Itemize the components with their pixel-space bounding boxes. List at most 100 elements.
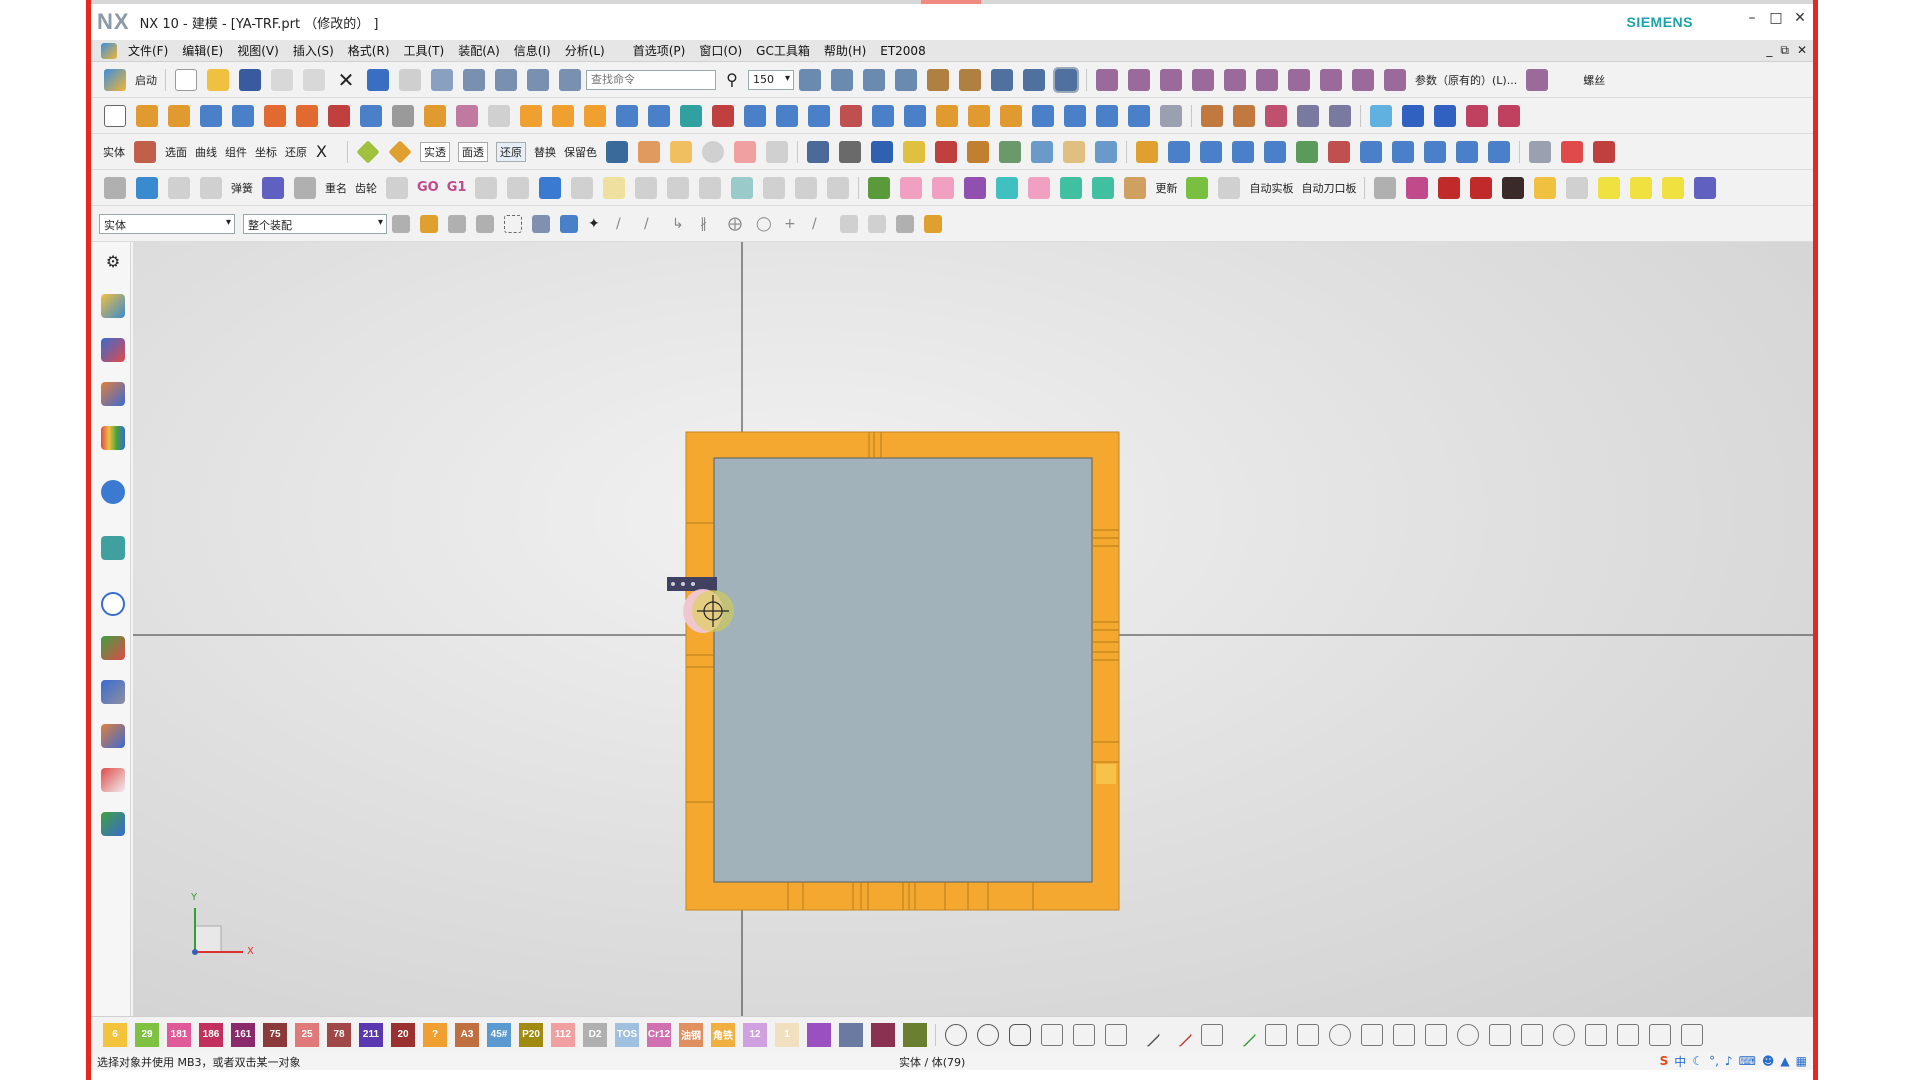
shaded-edges-icon[interactable] <box>935 140 957 163</box>
quick-box[interactable]: 181 <box>167 1022 191 1047</box>
section-icon[interactable] <box>999 140 1021 163</box>
pocket-tool-icon[interactable] <box>1662 176 1685 199</box>
curve-filter-label[interactable]: 曲线 <box>195 144 217 160</box>
component-pick-icon[interactable] <box>924 214 942 233</box>
quick-box[interactable]: P20 <box>519 1022 543 1047</box>
solid-body-icon[interactable] <box>532 214 550 233</box>
extend-tool-icon[interactable] <box>1297 1023 1319 1046</box>
backup-file-icon[interactable] <box>475 176 498 199</box>
red-line-icon[interactable] <box>1167 1022 1193 1047</box>
edit-section-icon[interactable] <box>1031 140 1053 163</box>
gear-label[interactable]: 齿轮 <box>355 180 377 196</box>
color-swatch-icon[interactable] <box>134 140 156 163</box>
mold-tool-5-icon[interactable] <box>386 176 408 199</box>
last-tool-icon[interactable] <box>1694 176 1717 199</box>
emboss-icon[interactable] <box>1128 104 1150 127</box>
quick-box[interactable]: 20 <box>391 1022 415 1047</box>
maximize-icon[interactable]: □ <box>1769 10 1783 26</box>
offset-face-icon[interactable] <box>680 104 702 127</box>
x-form-icon[interactable] <box>1360 140 1382 163</box>
g1-button[interactable]: G1 <box>447 180 467 195</box>
force-icon[interactable] <box>635 176 658 199</box>
face-icon[interactable] <box>560 214 578 233</box>
menu-gc-toolbox[interactable]: GC工具箱 <box>749 42 817 59</box>
rebuild-icon[interactable] <box>667 176 690 199</box>
quick-slide-icon[interactable] <box>734 140 756 163</box>
match-edge-icon[interactable] <box>1392 140 1414 163</box>
point-on-face-icon[interactable] <box>840 214 858 233</box>
mold-tool-2-icon[interactable] <box>168 176 190 199</box>
quick-template-icon[interactable] <box>766 140 788 163</box>
redo-icon[interactable] <box>399 68 421 91</box>
auto-measure-icon[interactable] <box>702 140 724 163</box>
delete-icon[interactable]: ✕ <box>335 69 357 91</box>
offset-tool-icon[interactable] <box>1361 1023 1383 1046</box>
quick-box[interactable]: 1 <box>775 1022 799 1047</box>
rectangle-select-icon[interactable] <box>504 214 522 233</box>
sketch-icon[interactable] <box>104 104 126 127</box>
thread-icon[interactable] <box>392 104 414 127</box>
cylinder-icon[interactable] <box>232 104 254 127</box>
menu-preferences[interactable]: 首选项(P) <box>626 42 693 59</box>
quick-box[interactable]: 112 <box>551 1022 575 1047</box>
quick-box[interactable]: 161 <box>231 1022 255 1047</box>
curve-tool-icon[interactable] <box>603 176 626 199</box>
type-filter-combo[interactable]: 实体 <box>99 213 235 234</box>
menu-file[interactable]: 文件(F) <box>121 42 175 59</box>
offset-curve-icon[interactable] <box>1256 68 1278 91</box>
quick-box[interactable]: 78 <box>327 1022 351 1047</box>
mirror-icon[interactable] <box>584 104 606 127</box>
wear-plate-icon[interactable] <box>932 176 955 199</box>
chinese-mode-icon[interactable]: 中 <box>1674 1053 1686 1070</box>
shaded-icon[interactable] <box>606 140 628 163</box>
quick-box[interactable]: 186 <box>199 1022 223 1047</box>
camera-icon[interactable] <box>1095 140 1117 163</box>
revolve-icon[interactable] <box>168 104 190 127</box>
hang-icon[interactable] <box>996 176 1019 199</box>
outline-icon[interactable] <box>827 176 850 199</box>
save-icon[interactable] <box>239 68 261 91</box>
quick-box[interactable]: TOS <box>615 1022 639 1047</box>
search-icon[interactable]: ⚲ <box>721 69 743 91</box>
move-to-layer-icon[interactable] <box>863 68 885 91</box>
deselect-icon[interactable] <box>476 214 494 233</box>
doc-minimize-icon[interactable]: _ <box>1766 43 1772 58</box>
bounded-plane-icon[interactable] <box>968 104 990 127</box>
diamond-orange-icon[interactable] <box>388 139 412 164</box>
n-sided-icon[interactable] <box>1232 140 1254 163</box>
roles-icon[interactable] <box>101 768 125 792</box>
add-component-icon[interactable] <box>1233 104 1255 127</box>
new-file-icon[interactable] <box>175 68 197 91</box>
sew-icon[interactable] <box>872 104 894 127</box>
layer-icon[interactable] <box>799 68 821 91</box>
wrap-icon[interactable] <box>1096 104 1118 127</box>
paste-icon[interactable] <box>303 68 325 91</box>
line-icon[interactable] <box>1128 68 1150 91</box>
partial-shaded-icon[interactable] <box>638 140 660 163</box>
process-studio-icon[interactable] <box>101 680 125 704</box>
swept-icon[interactable] <box>1064 104 1086 127</box>
web-browser-icon[interactable] <box>101 536 125 560</box>
intersection-icon[interactable]: ∦ <box>700 215 718 233</box>
circle-center-icon[interactable] <box>977 1023 999 1046</box>
dark-tool-icon[interactable] <box>1502 176 1525 199</box>
unite-icon[interactable] <box>360 104 382 127</box>
menu-analysis[interactable]: 分析(L) <box>558 42 612 59</box>
mold-part-icon[interactable] <box>964 176 987 199</box>
arrow-left-icon[interactable] <box>1438 176 1461 199</box>
quick-box[interactable]: 6 <box>103 1022 127 1047</box>
quick-box[interactable]: Cr12 <box>647 1022 671 1047</box>
edge-tool-icon[interactable] <box>1186 176 1209 199</box>
auto-knife-plate-label[interactable]: 自动刀口板 <box>1301 180 1356 196</box>
knife-icon[interactable] <box>1124 176 1147 199</box>
menu-view[interactable]: 视图(V) <box>230 42 286 59</box>
quick-box[interactable] <box>807 1022 831 1047</box>
steel-tool-icon[interactable] <box>1218 176 1241 199</box>
wireframe-icon[interactable] <box>903 140 925 163</box>
safety-icon[interactable] <box>1028 176 1051 199</box>
grid-tool-icon[interactable] <box>1406 176 1429 199</box>
arc-center-icon[interactable]: ⨁ <box>728 215 746 233</box>
chamfer-icon[interactable] <box>456 104 478 127</box>
project-curve-icon[interactable] <box>1384 68 1406 91</box>
part-navigator-icon[interactable] <box>101 382 125 406</box>
